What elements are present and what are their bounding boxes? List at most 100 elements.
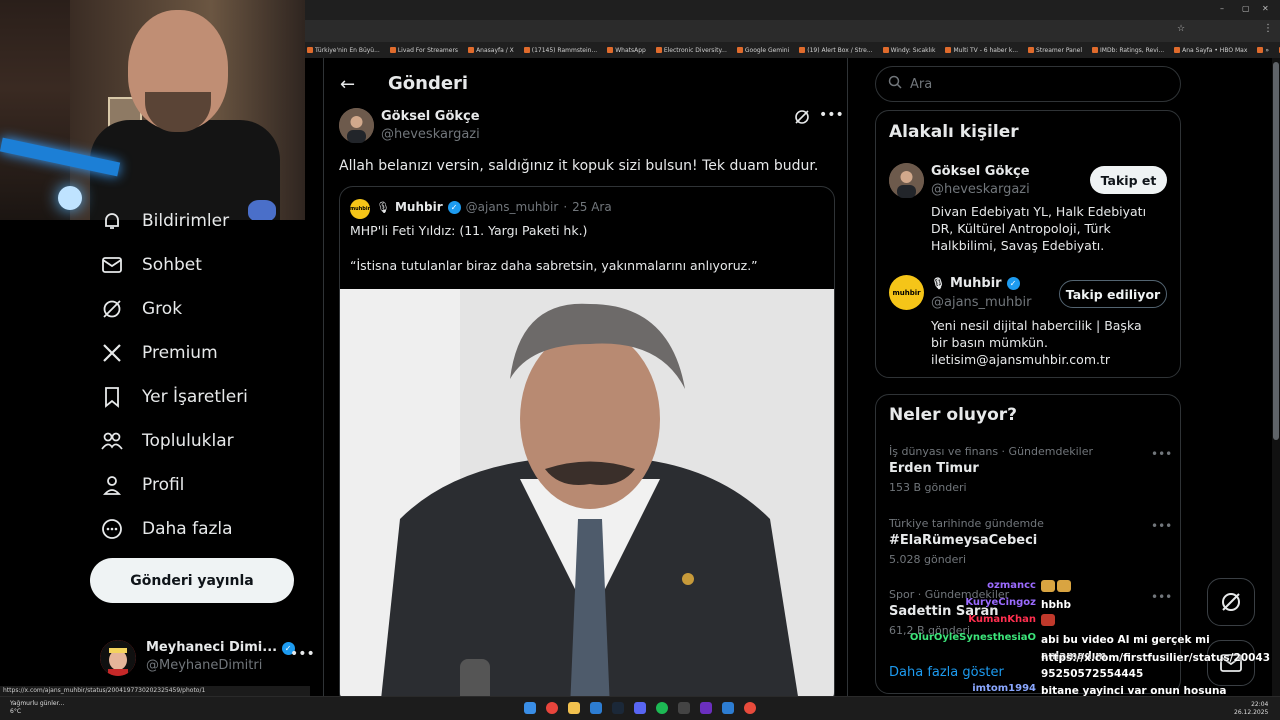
page-title: Gönderi bbox=[388, 73, 469, 94]
bookmark-favicon-icon bbox=[655, 47, 662, 53]
more-dots-icon[interactable]: ••• bbox=[819, 107, 844, 123]
bookmark-label: Livad For Streamers bbox=[397, 46, 459, 54]
system-clock[interactable]: 22:04 26.12.2025 bbox=[1234, 701, 1268, 717]
close-icon[interactable]: ✕ bbox=[1262, 4, 1269, 13]
bookmark-item[interactable]: (17145) Rammstein... bbox=[523, 46, 598, 54]
person-name-row[interactable]: 🎙 Muhbir ✓ bbox=[931, 276, 1020, 291]
vscode-icon[interactable] bbox=[590, 702, 602, 714]
weather-widget[interactable]: Yağmurlu günler... 6°C bbox=[10, 700, 64, 716]
avatar[interactable] bbox=[889, 163, 924, 198]
bookmark-favicon-icon bbox=[1257, 47, 1264, 53]
bookmark-label: Türkiye'nin En Büyü... bbox=[315, 46, 380, 54]
app-icon[interactable] bbox=[678, 702, 690, 714]
bookmark-item[interactable]: Google Gemini bbox=[736, 47, 789, 54]
bookmark-item[interactable]: (19) Alert Box / Stre... bbox=[799, 47, 873, 54]
bookmark-item[interactable]: Multi TV - 6 haber k... bbox=[945, 47, 1018, 54]
following-button[interactable]: Takip ediliyor bbox=[1059, 280, 1167, 308]
person-name[interactable]: Göksel Gökçe bbox=[931, 164, 1030, 179]
author-name[interactable]: Göksel Gökçe bbox=[381, 109, 480, 124]
author-avatar[interactable] bbox=[339, 108, 374, 143]
browser-tab-strip: – ▢ ✕ bbox=[305, 0, 1280, 20]
follow-button[interactable]: Takip et bbox=[1090, 166, 1167, 194]
nav-item-grok[interactable]: Grok bbox=[100, 294, 182, 324]
address-bar[interactable]: ☆ ⋮ bbox=[305, 20, 1280, 55]
bookmark-favicon-icon bbox=[736, 47, 743, 53]
more-dots-icon[interactable]: ••• bbox=[1151, 519, 1172, 533]
show-more-link[interactable]: Daha fazla göster bbox=[889, 665, 1004, 680]
trend-name[interactable]: #ElaRümeysaCebeci bbox=[889, 533, 1037, 548]
person-handle[interactable]: @heveskargazi bbox=[931, 182, 1030, 197]
nav-item-mail[interactable]: Sohbet bbox=[100, 250, 202, 280]
bookmark-item[interactable]: Electronic Diversity... bbox=[655, 46, 727, 54]
spotify-icon[interactable] bbox=[656, 702, 668, 714]
minimize-icon[interactable]: – bbox=[1220, 4, 1224, 13]
grok-icon[interactable] bbox=[794, 109, 810, 129]
bookmark-label: Electronic Diversity... bbox=[663, 46, 727, 54]
steam-icon[interactable] bbox=[612, 702, 624, 714]
bookmark-favicon-icon bbox=[1092, 47, 1099, 53]
discord-icon[interactable] bbox=[634, 702, 646, 714]
folder-icon[interactable] bbox=[568, 702, 580, 714]
person-icon bbox=[100, 473, 124, 497]
bookmark-item[interactable]: WhatsApp bbox=[607, 47, 646, 54]
bookmark-item[interactable]: Windy: Sıcaklık bbox=[882, 46, 936, 54]
more-dots-icon[interactable]: ••• bbox=[290, 646, 315, 662]
chat-emote-icon bbox=[1041, 614, 1055, 626]
bookmark-label: Streamer Panel bbox=[1036, 46, 1083, 54]
trend-count: 153 B gönderi bbox=[889, 481, 967, 494]
bookmark-label: Windy: Sıcaklık bbox=[890, 46, 936, 54]
nav-item-bell[interactable]: Bildirimler bbox=[100, 206, 229, 236]
trend-count: 5.028 gönderi bbox=[889, 553, 966, 566]
bookmark-item[interactable]: IMDb: Ratings, Revi... bbox=[1092, 47, 1164, 54]
nav-item-bookmark[interactable]: Yer İşaretleri bbox=[100, 382, 248, 412]
app-icon[interactable] bbox=[744, 702, 756, 714]
bookmark-favicon-icon bbox=[389, 47, 396, 53]
quote-photo[interactable] bbox=[340, 289, 834, 705]
bookmark-item[interactable]: Streamer Panel bbox=[1028, 47, 1082, 54]
search-icon bbox=[888, 75, 902, 93]
nav-item-label: Profil bbox=[142, 475, 185, 495]
quote-date: 25 Ara bbox=[572, 200, 612, 214]
person-name: Muhbir bbox=[949, 276, 1002, 291]
star-icon[interactable]: ☆ bbox=[1177, 24, 1185, 34]
nav-item-person[interactable]: Profil bbox=[100, 470, 184, 500]
weather-text: Yağmurlu günler... bbox=[10, 700, 65, 707]
nav-item-label: Yer İşaretleri bbox=[142, 387, 248, 407]
post-button[interactable]: Gönderi yayınla bbox=[90, 558, 294, 603]
maximize-icon[interactable]: ▢ bbox=[1242, 4, 1250, 13]
avatar[interactable]: muhbir bbox=[889, 275, 924, 310]
start-icon[interactable] bbox=[524, 702, 536, 714]
nav-item-label: Premium bbox=[142, 343, 218, 363]
account-switcher[interactable]: Meyhaneci Dimi... ✓ @MeyhaneDimitri ••• bbox=[100, 636, 315, 682]
related-people-panel: Alakalı kişiler Göksel Gökçe @heveskarga… bbox=[875, 110, 1181, 378]
bookmark-item[interactable]: Livad For Streamers bbox=[389, 46, 459, 54]
chrome-icon[interactable] bbox=[546, 702, 558, 714]
person-bio: Yeni nesil dijital habercilik | Başka bi… bbox=[931, 318, 1142, 367]
bookmark-favicon-icon bbox=[1174, 47, 1181, 53]
bookmark-item[interactable]: Ana Sayfa • HBO Max bbox=[1174, 47, 1247, 54]
app-icon[interactable] bbox=[722, 702, 734, 714]
bookmark-item[interactable]: Türkiye'nin En Büyü... bbox=[307, 47, 380, 54]
back-arrow-icon[interactable]: ← bbox=[340, 74, 355, 95]
nav-item-more-circle[interactable]: Daha fazla bbox=[100, 514, 233, 544]
photo-portrait bbox=[340, 289, 834, 705]
nav-item-communities[interactable]: Topluluklar bbox=[100, 426, 234, 456]
bookmark-item[interactable]: Anasayfa / X bbox=[468, 47, 514, 54]
trend-name[interactable]: Erden Timur bbox=[889, 461, 979, 476]
tweet-text: Allah belanızı versin, saldığınız it kop… bbox=[339, 158, 819, 174]
search-input[interactable]: Ara bbox=[875, 66, 1181, 102]
bookmark-label: WhatsApp bbox=[615, 46, 646, 54]
menu-icon[interactable]: ⋮ bbox=[1263, 23, 1273, 34]
separator-dot: · bbox=[563, 200, 568, 214]
person-handle[interactable]: @ajans_muhbir bbox=[931, 295, 1031, 310]
bookmark-label: (17145) Rammstein... bbox=[531, 46, 598, 54]
quoted-tweet[interactable]: muhbir 🎙 Muhbir ✓ @ajans_muhbir · 25 Ara… bbox=[339, 186, 835, 706]
scrollbar-thumb[interactable] bbox=[1273, 62, 1279, 440]
bookmark-item[interactable]: » bbox=[1257, 47, 1269, 54]
app-icon[interactable] bbox=[700, 702, 712, 714]
light-orb bbox=[58, 186, 82, 210]
nav-item-label: Bildirimler bbox=[142, 211, 230, 231]
nav-item-x[interactable]: Premium bbox=[100, 338, 218, 368]
more-dots-icon[interactable]: ••• bbox=[1151, 447, 1172, 461]
author-handle[interactable]: @heveskargazi bbox=[381, 127, 480, 142]
